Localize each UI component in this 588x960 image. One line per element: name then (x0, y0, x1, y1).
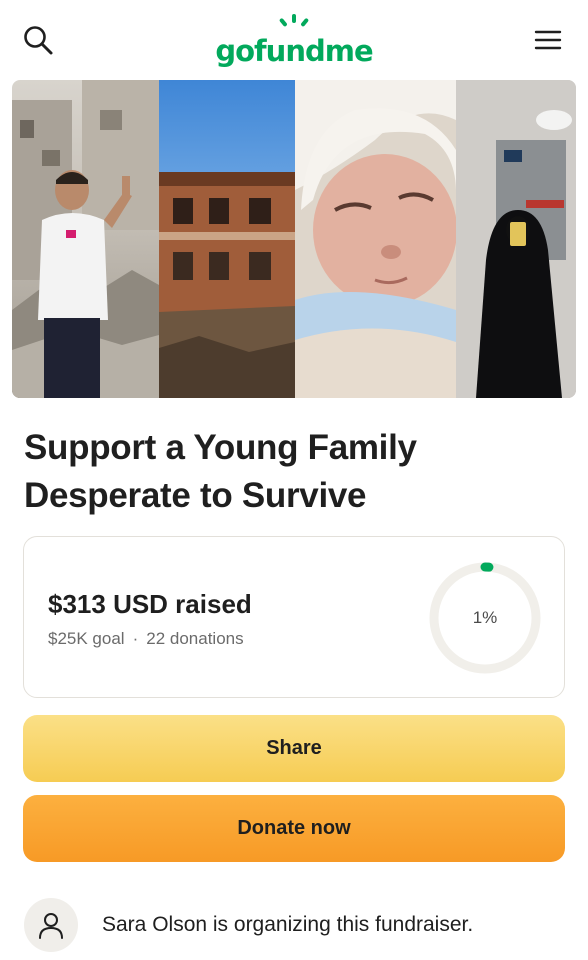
hamburger-menu-icon (534, 30, 562, 50)
campaign-title: Support a Young Family Desperate to Surv… (24, 428, 417, 515)
gofundme-logo[interactable]: gofundme (0, 12, 588, 68)
amount-raised: $313 USD raised (48, 589, 252, 619)
logo-sun-icon (279, 14, 309, 27)
header: gofundme (0, 0, 588, 80)
organizer-text: Sara Olson is organizing this fundraiser… (102, 913, 474, 936)
donation-count: 22 donations (146, 629, 244, 648)
user-icon (39, 913, 63, 939)
donation-progress-card: $313 USD raised $25K goal · 22 donations 1… (23, 536, 565, 698)
photo-woman-selfie (456, 80, 576, 398)
menu-button[interactable] (528, 20, 568, 60)
separator-dot: · (132, 629, 139, 648)
photo-damaged-building (159, 80, 295, 398)
donate-button[interactable]: Donate now (23, 795, 565, 862)
progress-percent: 1% (472, 608, 498, 627)
campaign-hero-image[interactable] (12, 80, 576, 398)
avatar[interactable] (24, 898, 78, 952)
share-button[interactable]: Share (23, 715, 565, 782)
photo-man-in-rubble (12, 80, 159, 398)
goal-amount: $25K goal (48, 629, 125, 648)
photo-newborn-baby (295, 80, 456, 398)
organizer-info: Sara Olson is organizing this fundraiser… (24, 898, 564, 954)
logo-text: gofundme (215, 34, 373, 68)
goal-and-donations: $25K goal · 22 donations (48, 629, 244, 649)
